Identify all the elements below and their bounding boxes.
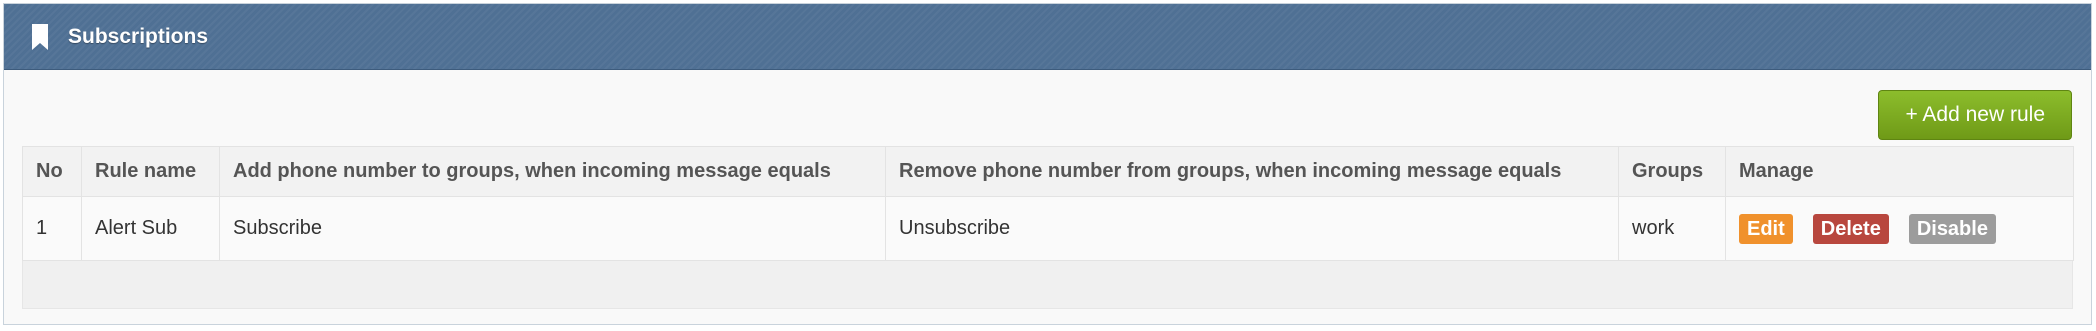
add-new-rule-button[interactable]: + Add new rule bbox=[1878, 90, 2072, 140]
widget-title: Subscriptions bbox=[68, 24, 209, 48]
widget-header: Subscriptions bbox=[4, 4, 2091, 70]
column-header-remove-message: Remove phone number from groups, when in… bbox=[885, 146, 1619, 197]
cell-no: 1 bbox=[22, 196, 82, 261]
cell-groups: work bbox=[1618, 196, 1726, 261]
column-header-manage: Manage bbox=[1725, 146, 2074, 197]
disable-button[interactable]: Disable bbox=[1908, 213, 1996, 244]
cell-remove-message: Unsubscribe bbox=[885, 196, 1619, 261]
column-header-no: No bbox=[22, 146, 82, 197]
toolbar: + Add new rule bbox=[1878, 90, 2072, 140]
bookmark-icon bbox=[30, 23, 50, 50]
column-header-add-message: Add phone number to groups, when incomin… bbox=[219, 146, 886, 197]
cell-manage: Edit Delete Disable bbox=[1725, 196, 2074, 261]
table-footer bbox=[22, 261, 2073, 309]
rules-table: No Rule name Add phone number to groups,… bbox=[22, 146, 2074, 261]
table-header-row: No Rule name Add phone number to groups,… bbox=[22, 146, 2074, 197]
subscriptions-widget: Subscriptions + Add new rule No Rule nam… bbox=[3, 3, 2092, 325]
edit-button[interactable]: Edit bbox=[1739, 213, 1793, 244]
rules-table-container: No Rule name Add phone number to groups,… bbox=[22, 146, 2074, 309]
cell-add-message: Subscribe bbox=[219, 196, 886, 261]
cell-rule-name: Alert Sub bbox=[81, 196, 220, 261]
column-header-rule-name: Rule name bbox=[81, 146, 220, 197]
table-row: 1 Alert Sub Subscribe Unsubscribe work E… bbox=[22, 196, 2074, 261]
delete-button[interactable]: Delete bbox=[1812, 213, 1889, 244]
column-header-groups: Groups bbox=[1618, 146, 1726, 197]
